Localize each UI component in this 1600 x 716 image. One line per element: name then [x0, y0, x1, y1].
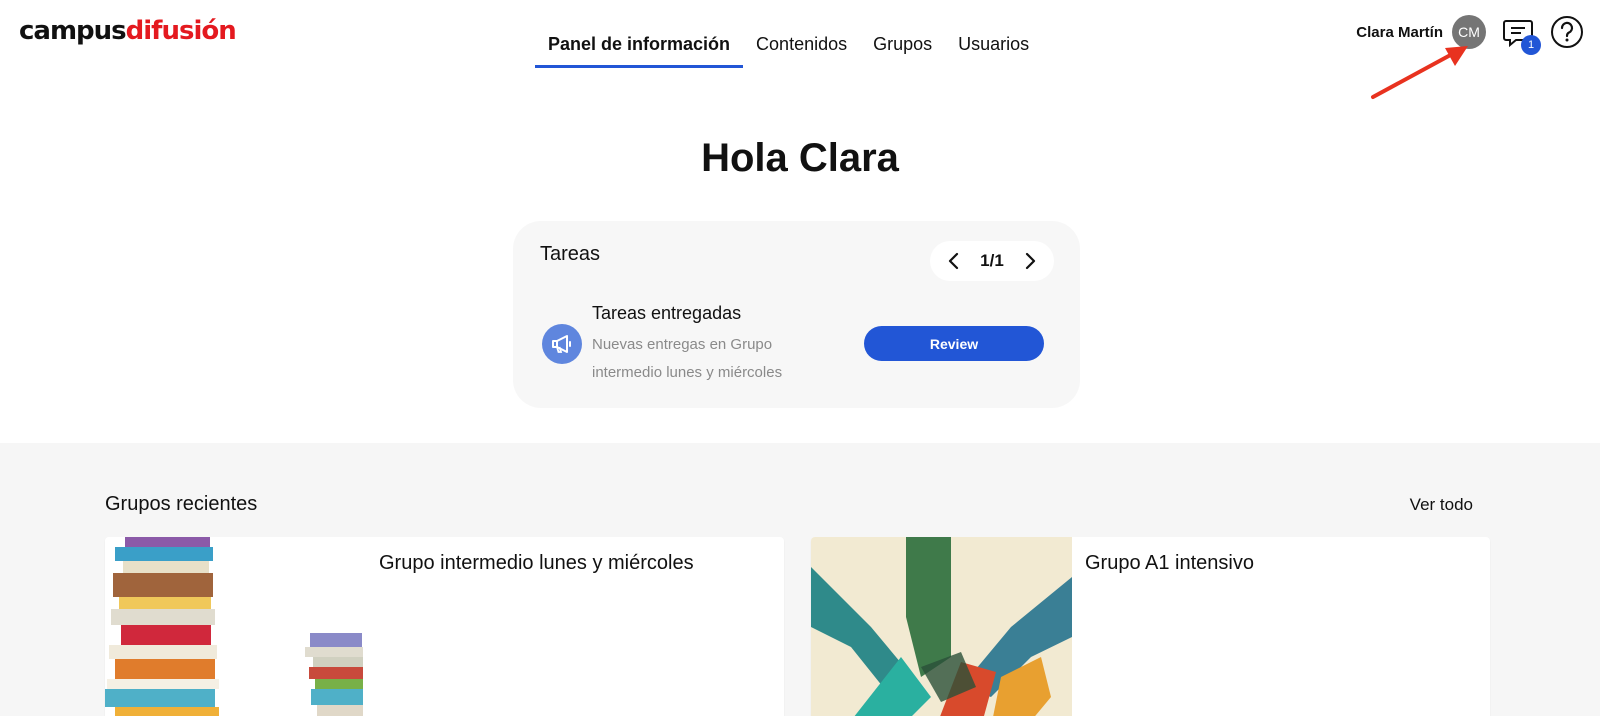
main-nav: Panel de información Contenidos Grupos U… [535, 26, 1042, 68]
nav-contenidos[interactable]: Contenidos [743, 26, 860, 66]
group-name: Grupo A1 intensivo [1085, 552, 1254, 574]
tasks-pager: 1/1 [930, 241, 1054, 281]
group-card[interactable]: Grupo A1 intensivo [811, 537, 1490, 716]
nav-usuarios[interactable]: Usuarios [945, 26, 1042, 66]
messages-badge: 1 [1521, 35, 1541, 55]
books-illustration [105, 537, 366, 716]
task-icon-circle [542, 324, 582, 364]
recent-groups-title: Grupos recientes [105, 493, 258, 515]
annotation-arrow-icon [1371, 46, 1468, 99]
task-title: Tareas entregadas [592, 303, 742, 323]
recent-groups-section: Grupos recientes Ver todo Grupo intermed [0, 443, 1600, 716]
pager-prev-button[interactable] [944, 251, 964, 271]
help-icon [1551, 16, 1583, 48]
see-all-link[interactable]: Ver todo [1410, 495, 1473, 515]
help-button[interactable] [1550, 15, 1584, 49]
hands-illustration [811, 537, 1072, 716]
tasks-card: Tareas 1/1 Tareas entregadas Nuevas entr… [513, 221, 1080, 408]
group-card[interactable]: Grupo intermedio lunes y miércoles [105, 537, 784, 716]
greeting-title: Hola Clara [701, 136, 899, 180]
user-name[interactable]: Clara Martín [1356, 24, 1443, 41]
chevron-left-icon [948, 252, 959, 270]
campus-difusion-logo[interactable]: campusdifusión [19, 14, 237, 48]
nav-panel-informacion[interactable]: Panel de información [535, 26, 744, 68]
messages-button[interactable]: 1 [1501, 15, 1541, 55]
pager-count: 1/1 [980, 251, 1004, 270]
nav-grupos[interactable]: Grupos [860, 26, 945, 66]
group-name: Grupo intermedio lunes y miércoles [379, 552, 694, 574]
tasks-title: Tareas [540, 243, 601, 265]
task-description: Nuevas entregas en Grupo intermedio lune… [592, 336, 783, 381]
avatar-initials: CM [1458, 24, 1480, 40]
chevron-right-icon [1025, 252, 1036, 270]
review-button[interactable]: Review [864, 326, 1044, 361]
pager-next-button[interactable] [1020, 251, 1040, 271]
megaphone-icon [552, 335, 571, 353]
logo-text-difusion: difusión [125, 16, 237, 46]
logo-text-campus: campus [19, 16, 127, 46]
top-header: campusdifusión Panel de información Cont… [0, 0, 1600, 80]
